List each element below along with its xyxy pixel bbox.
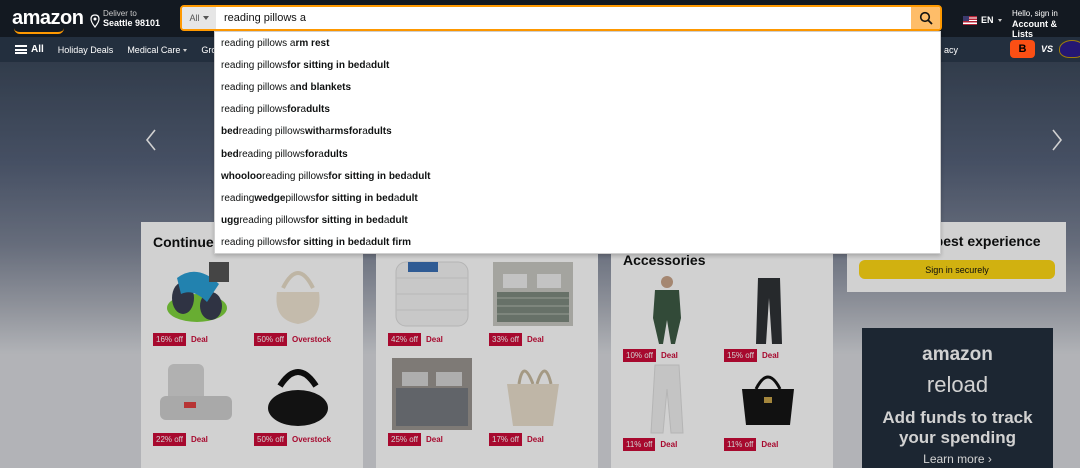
- us-flag-icon: [963, 15, 977, 25]
- logo-smile-icon: [14, 28, 64, 34]
- search-suggestion[interactable]: bed reading pillows for a dults: [215, 143, 940, 165]
- suggestion-text: dults: [306, 104, 330, 116]
- search-icon: [919, 11, 933, 25]
- suggestion-text: rms: [330, 126, 349, 138]
- suggestion-text: for: [304, 148, 319, 160]
- suggestion-text: dults: [367, 126, 392, 138]
- hamburger-icon: [15, 45, 27, 54]
- search-suggestion[interactable]: reading pillows a rm rest: [215, 32, 940, 54]
- chevron-down-icon: [202, 16, 209, 20]
- search-category-select[interactable]: All: [182, 7, 216, 29]
- suggestion-text: dult firm: [371, 237, 412, 249]
- suggestion-text: rm rest: [295, 37, 330, 49]
- suggestion-text: whooloo: [221, 170, 263, 182]
- chevron-down-icon: [997, 18, 1002, 22]
- amazon-logo[interactable]: amazon: [12, 7, 84, 30]
- nav-link-medical-care[interactable]: Medical Care: [127, 45, 188, 55]
- ravens-logo-icon: [1059, 40, 1080, 58]
- chevron-down-icon: [183, 48, 188, 52]
- promo-vs: VS: [1041, 44, 1054, 54]
- deliver-location: Seattle 98101: [103, 18, 161, 28]
- nav-link-holiday-deals[interactable]: Holiday Deals: [58, 45, 114, 55]
- account-lists: Account & Lists: [1012, 19, 1057, 39]
- suggestion-text: for: [348, 126, 363, 138]
- suggestion-text: bed: [221, 126, 239, 138]
- account-menu[interactable]: Hello, sign in Account & Lists: [1012, 9, 1080, 39]
- suggestion-text: nd blankets: [295, 81, 352, 93]
- location-pin-icon: [90, 14, 100, 28]
- nav-link-pharmacy[interactable]: acy: [944, 37, 958, 62]
- suggestion-text: reading pillows: [221, 237, 288, 249]
- bengals-logo-icon: B: [1010, 40, 1035, 58]
- suggestion-text: for: [287, 104, 301, 116]
- search-bar: All: [180, 5, 942, 31]
- search-button[interactable]: [911, 7, 940, 29]
- search-suggestion[interactable]: reading wedge pillows for sitting in bed…: [215, 187, 940, 209]
- search-suggestion[interactable]: bed reading pillows with a rms for a dults: [215, 121, 940, 143]
- suggestion-text: dult: [389, 215, 408, 227]
- suggestion-text: pillows: [285, 192, 316, 204]
- suggestion-text: reading pillows: [262, 170, 329, 182]
- search-suggestions-dropdown: reading pillows a rm rest reading pillows …: [214, 31, 941, 254]
- deliver-label: Deliver to: [103, 9, 137, 18]
- suggestion-text: reading pillows: [238, 126, 305, 138]
- suggestion-text: dult: [412, 170, 431, 182]
- suggestion-text: reading pillows: [221, 104, 288, 116]
- suggestion-text: for sitting in bed: [287, 59, 366, 71]
- search-suggestion[interactable]: reading pillows for sitting in bed a dult…: [215, 232, 940, 254]
- suggestion-text: dults: [323, 148, 348, 160]
- account-greeting: Hello, sign in: [1012, 9, 1058, 18]
- suggestion-text: dult: [371, 59, 390, 71]
- suggestion-text: reading: [221, 192, 255, 204]
- suggestion-text: bed: [221, 148, 239, 160]
- search-suggestion[interactable]: reading pillows for a dults: [215, 99, 940, 121]
- suggestion-text: reading pillows: [238, 148, 305, 160]
- suggestion-text: for sitting in bed: [305, 215, 384, 227]
- suggestion-text: wedge: [254, 192, 286, 204]
- all-menu-button[interactable]: All: [15, 44, 44, 55]
- suggestion-text: for sitting in bed: [315, 192, 394, 204]
- search-suggestion[interactable]: reading pillows a nd blankets: [215, 76, 940, 98]
- search-suggestion[interactable]: whooloo reading pillows for sitting in b…: [215, 165, 940, 187]
- search-suggestion[interactable]: reading pillows for sitting in bed a dult: [215, 54, 940, 76]
- suggestion-text: for sitting in bed: [328, 170, 407, 182]
- suggestion-text: dult: [399, 192, 418, 204]
- suggestion-text: reading pillows a: [221, 81, 296, 93]
- suggestion-text: ugg: [221, 215, 240, 227]
- language-selector[interactable]: EN: [963, 15, 1002, 25]
- suggestion-text: reading pillows: [221, 59, 288, 71]
- suggestion-text: with: [304, 126, 325, 138]
- search-input[interactable]: [216, 7, 911, 29]
- deliver-to[interactable]: Deliver to Seattle 98101: [90, 9, 160, 28]
- suggestion-text: reading pillows a: [221, 37, 296, 49]
- nfl-promo[interactable]: B VS: [1010, 40, 1080, 58]
- suggestion-text: for sitting in bed: [287, 237, 366, 249]
- suggestion-text: reading pillows: [239, 215, 306, 227]
- search-suggestion[interactable]: ugg reading pillows for sitting in bed a…: [215, 210, 940, 232]
